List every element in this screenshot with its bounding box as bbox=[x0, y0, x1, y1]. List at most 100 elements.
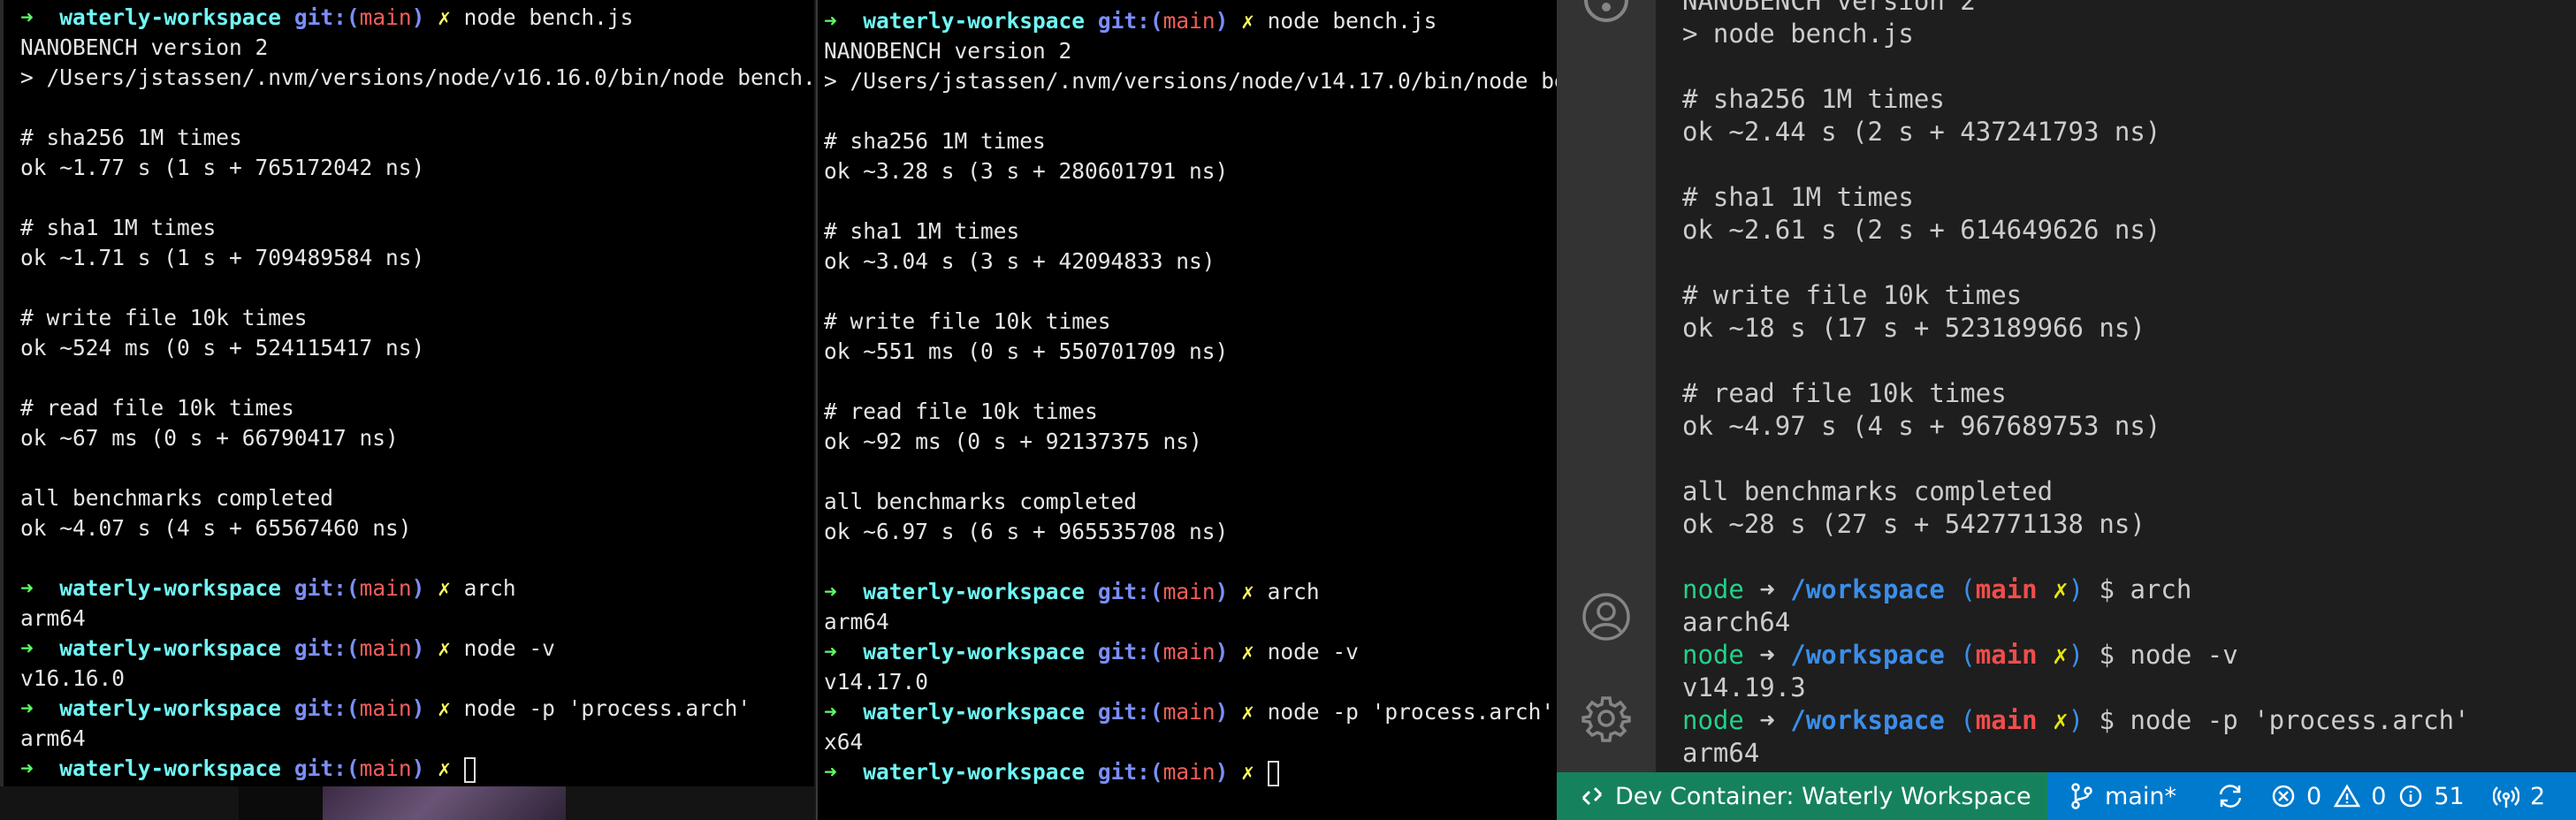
gear-icon[interactable] bbox=[1581, 694, 1631, 743]
output-line: # write file 10k times bbox=[20, 305, 308, 330]
command-text: node bench.js bbox=[463, 4, 634, 30]
remote-label: Dev Container: Waterly Workspace bbox=[1615, 782, 2031, 810]
output-line: > /Users/jstassen/.nvm/versions/node/v16… bbox=[20, 65, 814, 90]
prompt-line: ➜ waterly-workspace git:(main) ✗ node -v bbox=[20, 635, 555, 661]
output-line: # sha256 1M times bbox=[824, 128, 1046, 154]
terminal-cursor bbox=[463, 756, 476, 783]
output-line: aarch64 bbox=[1682, 607, 1791, 637]
command-text: node bench.js bbox=[1267, 8, 1437, 34]
command-text: arch bbox=[2130, 574, 2192, 604]
output-line: ok ~1.77 s (1 s + 765172042 ns) bbox=[20, 155, 425, 180]
output-line: v14.17.0 bbox=[824, 669, 929, 695]
output-line: # sha1 1M times bbox=[1682, 182, 1914, 212]
output-line: all benchmarks completed bbox=[824, 489, 1138, 514]
command-text: arch bbox=[1267, 579, 1320, 604]
output-line: all benchmarks completed bbox=[1682, 476, 2054, 506]
output-line: all benchmarks completed bbox=[20, 485, 334, 511]
output-line: arm64 bbox=[1682, 738, 1760, 768]
output-line: # sha256 1M times bbox=[20, 125, 242, 150]
output-line: ok ~3.28 s (3 s + 280601791 ns) bbox=[824, 158, 1229, 184]
output-line: NANOBENCH version 2 bbox=[1682, 0, 1976, 16]
output-line: v14.19.3 bbox=[1682, 672, 1806, 702]
prompt-branch: main bbox=[359, 4, 412, 30]
error-icon bbox=[2272, 785, 2295, 808]
command-text: node -p 'process.arch' bbox=[1267, 699, 1555, 725]
output-line: # read file 10k times bbox=[1682, 378, 2007, 408]
activity-bar bbox=[1557, 0, 1656, 772]
output-line: NANOBENCH version 2 bbox=[20, 34, 269, 60]
background-strip-dark bbox=[239, 786, 323, 820]
sync-button[interactable] bbox=[2216, 772, 2255, 820]
problems-indicator[interactable]: 0 0 51 bbox=[2271, 772, 2465, 820]
branch-indicator[interactable]: main* bbox=[2069, 772, 2176, 820]
command-text: arch bbox=[463, 575, 516, 601]
output-line: ok ~4.07 s (4 s + 65567460 ns) bbox=[20, 515, 412, 541]
output-line: # read file 10k times bbox=[20, 395, 294, 421]
output-line: # read file 10k times bbox=[824, 399, 1098, 424]
output-line: arm64 bbox=[20, 725, 86, 751]
terminal-cursor bbox=[1267, 760, 1279, 786]
output-line: > node bench.js bbox=[1682, 19, 1914, 49]
output-line: v16.16.0 bbox=[20, 665, 126, 691]
terminal-middle[interactable]: ➜ waterly-workspace git:(main) ✗ node be… bbox=[816, 0, 1557, 820]
prompt-line: ➜ waterly-workspace git:(main) ✗ bbox=[20, 754, 814, 784]
prompt-line: ➜ waterly-workspace git:(main) ✗ bbox=[824, 757, 1557, 787]
output-line: > /Users/jstassen/.nvm/versions/node/v14… bbox=[824, 68, 1557, 94]
output-line: x64 bbox=[824, 729, 864, 755]
ports-indicator[interactable]: 2 bbox=[2493, 772, 2545, 820]
output-line: arm64 bbox=[20, 605, 86, 631]
prompt-line: node ➜ /workspace (main ✗) $ arch bbox=[1682, 574, 2192, 604]
output-line: ok ~18 s (17 s + 523189966 ns) bbox=[1682, 313, 2145, 343]
remote-icon bbox=[1581, 786, 1603, 806]
prompt-line: ➜ waterly-workspace git:(main) ✗ arch bbox=[824, 579, 1320, 604]
command-text: node -p 'process.arch' bbox=[2130, 705, 2470, 735]
output-line: # sha1 1M times bbox=[824, 218, 1020, 244]
output-line: # write file 10k times bbox=[824, 308, 1111, 334]
output-line: NANOBENCH version 2 bbox=[824, 38, 1072, 64]
prompt-line: node ➜ /workspace (main ✗) $ node -p 'pr… bbox=[1682, 705, 2470, 735]
command-text: node -v bbox=[2130, 640, 2238, 670]
vscode-window: NANOBENCH version 2 > node bench.js # sh… bbox=[1557, 0, 2576, 820]
prompt-line: ➜ waterly-workspace git:(main) ✗ node -p… bbox=[20, 695, 751, 721]
ports-count: 2 bbox=[2530, 782, 2546, 810]
warning-count: 0 bbox=[2371, 782, 2387, 810]
output-line: ok ~551 ms (0 s + 550701709 ns) bbox=[824, 338, 1229, 364]
prompt-arrow: ➜ bbox=[20, 4, 34, 30]
output-line: ok ~2.44 s (2 s + 437241793 ns) bbox=[1682, 117, 2161, 147]
output-line: ok ~92 ms (0 s + 92137375 ns) bbox=[824, 429, 1202, 454]
remote-indicator[interactable]: Dev Container: Waterly Workspace bbox=[1557, 772, 2047, 820]
prompt-line: ➜ waterly-workspace git:(main) ✗ node -v bbox=[824, 639, 1359, 664]
prompt-line: ➜ waterly-workspace git:(main) ✗ node be… bbox=[20, 4, 634, 30]
branch-label: main* bbox=[2105, 782, 2176, 810]
output-line: arm64 bbox=[824, 609, 889, 634]
background-photo bbox=[323, 786, 566, 820]
prompt-line: ➜ waterly-workspace git:(main) ✗ node be… bbox=[824, 8, 1437, 34]
output-line: # sha256 1M times bbox=[1682, 84, 1945, 114]
terminal-left[interactable]: ➜ waterly-workspace git:(main) ✗ node be… bbox=[0, 0, 814, 786]
remote-explorer-icon[interactable] bbox=[1581, 0, 1631, 25]
warning-icon bbox=[2334, 784, 2361, 808]
output-line: ok ~4.97 s (4 s + 967689753 ns) bbox=[1682, 411, 2161, 441]
output-line: ok ~2.61 s (2 s + 614649626 ns) bbox=[1682, 215, 2161, 245]
output-line: ok ~67 ms (0 s + 66790417 ns) bbox=[20, 425, 399, 451]
output-line: ok ~3.04 s (3 s + 42094833 ns) bbox=[824, 248, 1216, 274]
output-line: ok ~28 s (27 s + 542771138 ns) bbox=[1682, 509, 2145, 539]
ports-icon bbox=[2493, 786, 2519, 808]
window-edge bbox=[0, 0, 4, 786]
output-line: # sha1 1M times bbox=[20, 215, 217, 240]
output-line: ok ~6.97 s (6 s + 965535708 ns) bbox=[824, 519, 1229, 544]
account-icon[interactable] bbox=[1581, 592, 1631, 642]
integrated-terminal[interactable]: NANOBENCH version 2 > node bench.js # sh… bbox=[1656, 0, 2576, 772]
